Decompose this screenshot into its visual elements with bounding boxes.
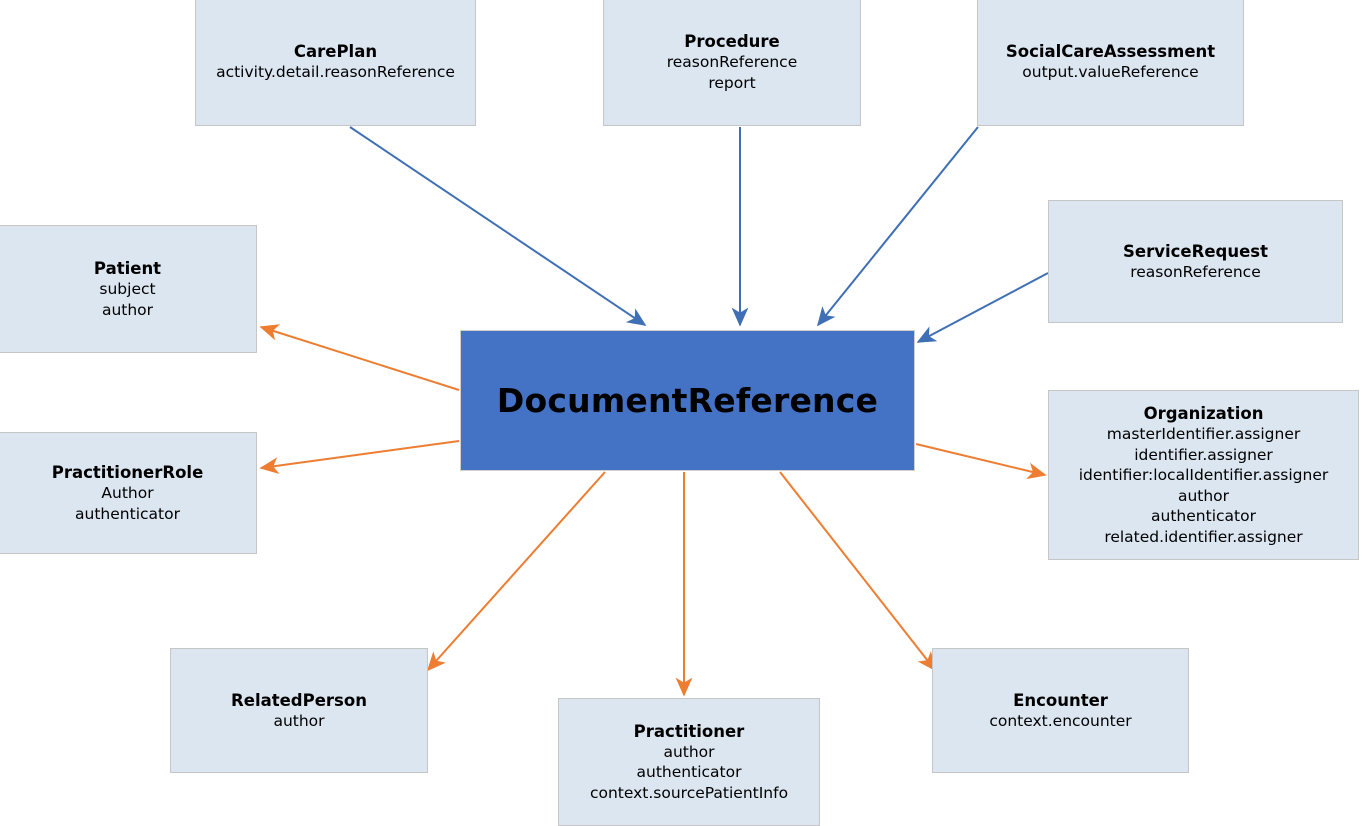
edge-careplan-to-documentreference [349, 126, 647, 326]
entity-node-socialcareassessment[interactable]: SocialCareAssessment output.valueReferen… [977, 0, 1244, 126]
entity-title: SocialCareAssessment [1005, 42, 1216, 62]
entity-field: author [273, 711, 325, 730]
entity-title: Encounter [1013, 690, 1108, 710]
entity-title: CarePlan [293, 42, 378, 62]
edge-documentreference-to-organization [915, 443, 1047, 480]
entity-node-organization[interactable]: Organization masterIdentifier.assigner i… [1048, 390, 1359, 560]
edge-documentreference-to-patient [259, 324, 460, 391]
entity-node-servicerequest[interactable]: ServiceRequest reasonReference [1048, 200, 1343, 323]
entity-field: report [708, 73, 756, 92]
entity-field: identifier.assigner [1134, 445, 1273, 464]
edge-documentreference-to-practitionerrole [259, 440, 460, 474]
entity-field: activity.detail.reasonReference [216, 63, 455, 82]
entity-node-encounter[interactable]: Encounter context.encounter [932, 648, 1189, 773]
entity-field: subject [99, 280, 156, 298]
entity-title: Practitioner [633, 721, 745, 741]
entity-field: author [1177, 486, 1230, 505]
entity-title: ServiceRequest [1123, 241, 1268, 261]
edge-socialcareassessment-to-documentreference [816, 126, 979, 327]
entity-node-careplan[interactable]: CarePlan activity.detail.reasonReference [195, 0, 476, 126]
entity-field: reasonReference [1130, 262, 1261, 281]
edge-servicerequest-to-documentreference [916, 272, 1049, 343]
entity-title: Organization [1143, 404, 1264, 423]
entity-field: authenticator [75, 504, 180, 523]
entity-field: reasonReference [666, 53, 798, 71]
entity-field: identifier:localIdentifier.assigner [1078, 466, 1329, 484]
entity-field: author [101, 300, 154, 319]
edge-documentreference-to-encounter [779, 471, 936, 672]
entity-field: related.identifier.assigner [1104, 527, 1303, 546]
entity-title: PractitionerRole [51, 463, 204, 482]
entity-relationship-diagram: CarePlan activity.detail.reasonReference… [0, 0, 1362, 826]
entity-field: authenticator [1151, 507, 1256, 525]
entity-field: masterIdentifier.assigner [1106, 425, 1301, 443]
entity-field: Author [101, 484, 154, 502]
entity-node-practitionerrole[interactable]: PractitionerRole Author authenticator [0, 432, 257, 554]
entity-field: authenticator [636, 763, 742, 782]
entity-title: DocumentReference [496, 380, 879, 420]
entity-node-relatedperson[interactable]: RelatedPerson author [170, 648, 428, 773]
entity-node-documentreference[interactable]: DocumentReference [460, 330, 915, 471]
entity-field: author [663, 742, 715, 761]
entity-field: context.sourcePatientInfo [589, 783, 789, 802]
entity-title: Procedure [684, 32, 780, 51]
entity-node-procedure[interactable]: Procedure reasonReference report [603, 0, 861, 126]
entity-title: RelatedPerson [231, 690, 367, 710]
entity-field: output.valueReference [1022, 63, 1199, 82]
entity-title: Patient [93, 259, 162, 278]
entity-node-practitioner[interactable]: Practitioner author authenticator contex… [558, 698, 820, 826]
entity-node-patient[interactable]: Patient subject author [0, 225, 257, 353]
edge-documentreference-to-relatedperson [426, 471, 606, 672]
entity-field: context.encounter [989, 711, 1132, 730]
